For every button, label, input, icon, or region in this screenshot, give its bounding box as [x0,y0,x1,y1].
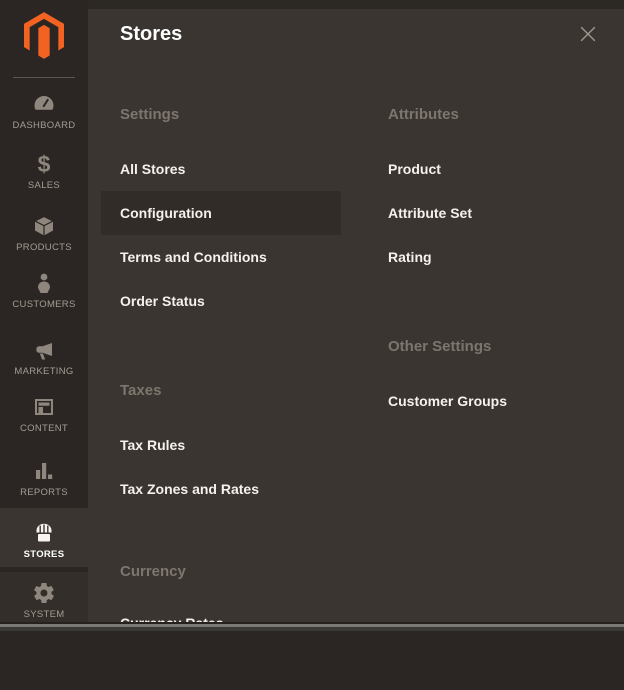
section-header: Taxes [120,368,384,412]
flyout-title: Stores [120,21,182,47]
section-header: Currency [120,549,384,593]
flyout-column-right: Attributes ProductAttribute SetRating Othe… [388,92,608,468]
section-header: Attributes [388,92,608,136]
dashboard-gauge-icon [0,91,88,117]
products-box-icon [0,213,88,239]
menu-link-all-stores[interactable]: All Stores [120,147,384,191]
sidebar-item-reports[interactable]: REPORTS [0,455,88,509]
sidebar-item-products[interactable]: PRODUCTS [0,210,88,264]
menu-section-attributes: Attributes ProductAttribute SetRating [388,92,608,279]
sidebar-item-label: STORES [0,549,88,560]
sidebar-item-label: DASHBOARD [0,120,88,131]
section-header: Other Settings [388,324,608,368]
close-icon[interactable] [576,22,600,46]
menu-link-terms-and-conditions[interactable]: Terms and Conditions [120,235,384,279]
content-layout-icon [0,394,88,420]
sidebar-item-label: REPORTS [0,487,88,498]
sidebar-divider [13,77,75,78]
menu-link-attribute-set[interactable]: Attribute Set [388,191,608,235]
sidebar-item-dashboard[interactable]: DASHBOARD [0,88,88,142]
menu-section-other-settings: Other Settings Customer Groups [388,324,608,423]
menu-link-tax-zones-and-rates[interactable]: Tax Zones and Rates [120,467,384,511]
menu-link-tax-rules[interactable]: Tax Rules [120,423,384,467]
sidebar-item-content[interactable]: CONTENT [0,391,88,445]
sidebar-item-label: MARKETING [0,366,88,377]
magento-logo-icon[interactable] [24,12,64,59]
stores-storefront-icon [0,520,88,546]
menu-link-rating[interactable]: Rating [388,235,608,279]
sidebar-item-customers[interactable]: CUSTOMERS [0,267,88,321]
flyout-column-left: SettingsAll StoresConfigurationTerms and… [120,92,384,690]
system-gear-icon [0,580,88,606]
sidebar-item-label: PRODUCTS [0,242,88,253]
sidebar-item-label: CUSTOMERS [0,299,88,310]
sidebar-item-label: CONTENT [0,423,88,434]
sales-dollar-icon: $ [0,151,88,177]
menu-link-customer-groups[interactable]: Customer Groups [388,379,608,423]
flyout-top-band [88,0,624,9]
reports-chart-icon [0,458,88,484]
admin-sidebar: DASHBOARD $ SALES PRODUCTS CUSTOMERS MARKETIN… [0,0,88,631]
sidebar-item-marketing[interactable]: MARKETING [0,334,88,388]
menu-section-taxes: Taxes Tax RulesTax Zones and Rates [120,368,384,511]
menu-link-configuration[interactable]: Configuration [101,191,341,235]
sidebar-item-sales[interactable]: $ SALES [0,148,88,202]
sidebar-item-label: SYSTEM [0,609,88,620]
menu-section-settings: SettingsAll StoresConfigurationTerms and… [120,92,384,323]
sidebar-item-stores[interactable]: STORES [0,508,88,567]
customers-person-icon [0,270,88,296]
window-bottom-edge [0,622,624,631]
stores-flyout-panel: Stores Settings All StoresConfigurationTe… [88,0,624,622]
menu-link-order-status[interactable]: Order Status [120,279,384,323]
section-header: Settings [120,92,384,136]
sidebar-item-label: SALES [0,180,88,191]
marketing-megaphone-icon [0,337,88,363]
menu-link-product[interactable]: Product [388,147,608,191]
